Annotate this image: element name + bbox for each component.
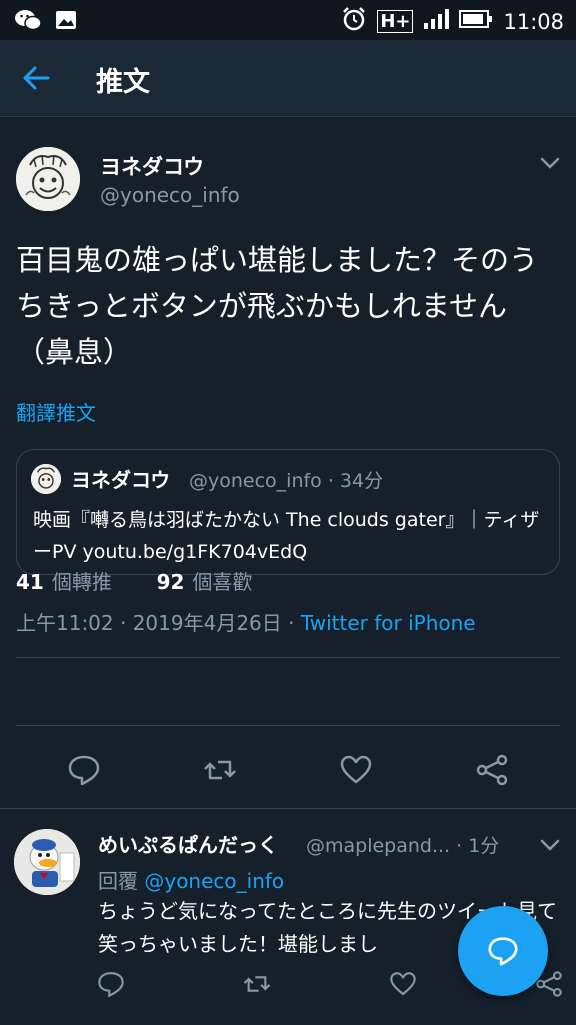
retweet-icon	[202, 760, 238, 792]
timestamp-text: 上午11:02 · 2019年4月26日 ·	[16, 611, 301, 635]
retweets-label: 個轉推	[51, 570, 112, 594]
author-handle[interactable]: @yoneco_info	[100, 183, 240, 207]
quoted-text: 映画『囀る鳥は羽ばたかない The clouds gater』｜ティザーPV y…	[33, 509, 540, 563]
comment-icon	[66, 755, 102, 792]
reply-avatar[interactable]	[14, 829, 80, 895]
tweet-timestamp: 上午11:02 · 2019年4月26日 · Twitter for iPhon…	[16, 607, 476, 636]
retweet-icon	[242, 976, 272, 1003]
status-time: 11:08	[503, 9, 564, 34]
chevron-down-icon	[538, 839, 562, 859]
share-button[interactable]	[474, 752, 510, 788]
retweet-button[interactable]	[202, 752, 238, 788]
quoted-tweet[interactable]: ヨネダコウ @yoneco_info · 34分 映画『囀る鳥は羽ばたかない T…	[16, 449, 560, 575]
heart-icon	[388, 972, 418, 1003]
share-icon	[474, 754, 510, 792]
reply-menu-button[interactable]	[538, 835, 562, 855]
arrow-left-icon	[18, 66, 54, 100]
likes-label: 個喜歡	[192, 570, 253, 594]
quoted-avatar	[31, 464, 61, 494]
replying-to: 回覆 @yoneco_info	[98, 865, 284, 894]
likes-stat[interactable]: 92 個喜歡	[157, 570, 253, 594]
tweet-action-bar	[0, 742, 576, 802]
likes-count: 92	[156, 570, 185, 594]
tweet-text: 百目鬼の雄っぱい堪能しました？そのうちきっとボタンが飛ぶかもしれません（鼻息）	[16, 243, 539, 369]
comment-icon	[96, 972, 126, 1003]
gallery-icon	[54, 8, 78, 36]
heart-icon	[338, 755, 374, 792]
reply-reply-button[interactable]	[96, 969, 126, 999]
reply-mention-link[interactable]: @yoneco_info	[144, 869, 284, 893]
battery-icon	[459, 9, 493, 34]
tweet-stats: 41 個轉推 92 個喜歡	[16, 566, 252, 595]
author-name[interactable]: ヨネダコウ	[100, 151, 204, 181]
translate-tweet-link[interactable]: 翻譯推文	[16, 397, 96, 426]
page-title: 推文	[96, 67, 150, 98]
reply-retweet-button[interactable]	[242, 969, 272, 999]
app-bar: 推文	[0, 40, 576, 117]
share-icon	[534, 971, 564, 1003]
divider	[16, 725, 560, 726]
reply-author-name[interactable]: めいぷるぱんだっく	[98, 829, 278, 858]
quoted-author-name: ヨネダコウ	[71, 468, 171, 492]
chevron-down-icon	[538, 157, 562, 177]
network-h-plus-icon: H+	[377, 10, 414, 33]
reply-button[interactable]	[66, 752, 102, 788]
alarm-icon	[341, 6, 367, 37]
quoted-meta: @yoneco_info · 34分	[189, 470, 384, 492]
like-button[interactable]	[338, 752, 374, 788]
wechat-icon	[14, 8, 42, 36]
signal-icon	[423, 8, 450, 35]
status-bar: H+ 11:08	[0, 0, 576, 40]
reply-like-button[interactable]	[388, 969, 418, 999]
compose-reply-button[interactable]	[458, 906, 548, 996]
avatar[interactable]	[16, 147, 80, 211]
retweets-count: 41	[16, 570, 44, 594]
reply-meta: @maplepand... · 1分	[306, 835, 500, 857]
replying-to-label: 回覆	[98, 869, 145, 893]
retweets-stat[interactable]: 41 個轉推	[16, 570, 112, 594]
tweet-menu-button[interactable]	[538, 153, 562, 173]
divider	[16, 657, 560, 658]
client-link[interactable]: Twitter for iPhone	[301, 611, 476, 635]
back-button[interactable]	[18, 60, 58, 96]
